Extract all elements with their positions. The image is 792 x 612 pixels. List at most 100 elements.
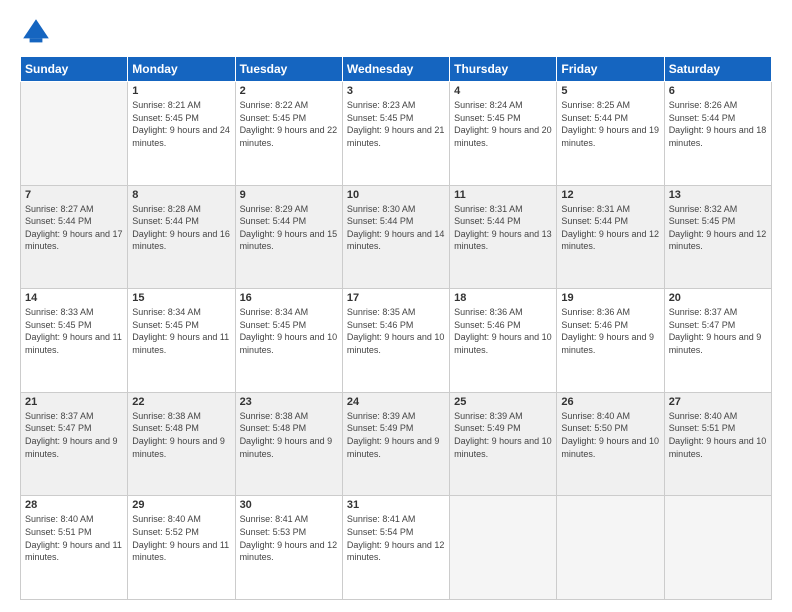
day-number: 8 [132, 189, 230, 201]
calendar-cell: 3 Sunrise: 8:23 AMSunset: 5:45 PMDaylight… [342, 82, 449, 186]
day-number: 7 [25, 189, 123, 201]
day-number: 1 [132, 85, 230, 97]
calendar-cell [557, 496, 664, 600]
calendar-week-row: 28 Sunrise: 8:40 AMSunset: 5:51 PMDayligh… [21, 496, 772, 600]
calendar-cell: 20 Sunrise: 8:37 AMSunset: 5:47 PMDayligh… [664, 289, 771, 393]
day-number: 25 [454, 396, 552, 408]
weekday-wednesday: Wednesday [342, 57, 449, 82]
day-number: 29 [132, 499, 230, 511]
calendar-cell [664, 496, 771, 600]
weekday-thursday: Thursday [450, 57, 557, 82]
day-info: Sunrise: 8:33 AMSunset: 5:45 PMDaylight:… [25, 306, 123, 356]
calendar-cell: 15 Sunrise: 8:34 AMSunset: 5:45 PMDayligh… [128, 289, 235, 393]
day-info: Sunrise: 8:40 AMSunset: 5:51 PMDaylight:… [25, 513, 123, 563]
calendar-cell: 16Sunrise: 8:34 AMSunset: 5:45 PMDayligh… [235, 289, 342, 393]
calendar-cell: 22Sunrise: 8:38 AMSunset: 5:48 PMDayligh… [128, 392, 235, 496]
day-info: Sunrise: 8:41 AMSunset: 5:53 PMDaylight:… [240, 513, 338, 563]
day-info: Sunrise: 8:26 AMSunset: 5:44 PMDaylight:… [669, 99, 767, 149]
calendar-cell: 6Sunrise: 8:26 AMSunset: 5:44 PMDaylight… [664, 82, 771, 186]
calendar-table: SundayMondayTuesdayWednesdayThursdayFrid… [20, 56, 772, 600]
day-info: Sunrise: 8:28 AMSunset: 5:44 PMDaylight:… [132, 203, 230, 253]
day-number: 27 [669, 396, 767, 408]
day-number: 9 [240, 189, 338, 201]
day-number: 12 [561, 189, 659, 201]
day-info: Sunrise: 8:37 AMSunset: 5:47 PMDaylight:… [669, 306, 767, 356]
calendar-cell: 29 Sunrise: 8:40 AMSunset: 5:52 PMDayligh… [128, 496, 235, 600]
calendar-cell: 23 Sunrise: 8:38 AMSunset: 5:48 PMDayligh… [235, 392, 342, 496]
day-info: Sunrise: 8:22 AMSunset: 5:45 PMDaylight:… [240, 99, 338, 149]
day-info: Sunrise: 8:39 AMSunset: 5:49 PMDaylight:… [347, 410, 445, 460]
day-info: Sunrise: 8:21 AMSunset: 5:45 PMDaylight:… [132, 99, 230, 149]
day-number: 24 [347, 396, 445, 408]
calendar-cell: 12 Sunrise: 8:31 AMSunset: 5:44 PMDayligh… [557, 185, 664, 289]
calendar-cell: 19 Sunrise: 8:36 AMSunset: 5:46 PMDayligh… [557, 289, 664, 393]
calendar-cell: 27 Sunrise: 8:40 AMSunset: 5:51 PMDayligh… [664, 392, 771, 496]
day-number: 31 [347, 499, 445, 511]
day-info: Sunrise: 8:29 AMSunset: 5:44 PMDaylight:… [240, 203, 338, 253]
calendar-week-row: 1 Sunrise: 8:21 AMSunset: 5:45 PMDaylight… [21, 82, 772, 186]
day-number: 26 [561, 396, 659, 408]
calendar-cell: 31 Sunrise: 8:41 AMSunset: 5:54 PMDayligh… [342, 496, 449, 600]
day-info: Sunrise: 8:39 AMSunset: 5:49 PMDaylight:… [454, 410, 552, 460]
day-number: 16 [240, 292, 338, 304]
day-number: 2 [240, 85, 338, 97]
day-info: Sunrise: 8:25 AMSunset: 5:44 PMDaylight:… [561, 99, 659, 149]
day-number: 4 [454, 85, 552, 97]
weekday-monday: Monday [128, 57, 235, 82]
calendar-cell: 30Sunrise: 8:41 AMSunset: 5:53 PMDayligh… [235, 496, 342, 600]
day-number: 15 [132, 292, 230, 304]
calendar-cell: 21Sunrise: 8:37 AMSunset: 5:47 PMDayligh… [21, 392, 128, 496]
day-info: Sunrise: 8:27 AMSunset: 5:44 PMDaylight:… [25, 203, 123, 253]
day-number: 10 [347, 189, 445, 201]
calendar-cell: 4Sunrise: 8:24 AMSunset: 5:45 PMDaylight… [450, 82, 557, 186]
calendar-cell: 9 Sunrise: 8:29 AMSunset: 5:44 PMDaylight… [235, 185, 342, 289]
day-number: 19 [561, 292, 659, 304]
calendar-cell: 24 Sunrise: 8:39 AMSunset: 5:49 PMDayligh… [342, 392, 449, 496]
day-number: 23 [240, 396, 338, 408]
weekday-sunday: Sunday [21, 57, 128, 82]
header [20, 16, 772, 48]
day-number: 21 [25, 396, 123, 408]
day-info: Sunrise: 8:41 AMSunset: 5:54 PMDaylight:… [347, 513, 445, 563]
calendar-cell: 14 Sunrise: 8:33 AMSunset: 5:45 PMDayligh… [21, 289, 128, 393]
day-number: 28 [25, 499, 123, 511]
day-info: Sunrise: 8:31 AMSunset: 5:44 PMDaylight:… [454, 203, 552, 253]
day-info: Sunrise: 8:36 AMSunset: 5:46 PMDaylight:… [454, 306, 552, 356]
day-info: Sunrise: 8:38 AMSunset: 5:48 PMDaylight:… [132, 410, 230, 460]
calendar-cell: 7 Sunrise: 8:27 AMSunset: 5:44 PMDaylight… [21, 185, 128, 289]
day-info: Sunrise: 8:40 AMSunset: 5:51 PMDaylight:… [669, 410, 767, 460]
weekday-friday: Friday [557, 57, 664, 82]
calendar-cell: 8 Sunrise: 8:28 AMSunset: 5:44 PMDaylight… [128, 185, 235, 289]
day-number: 3 [347, 85, 445, 97]
day-number: 20 [669, 292, 767, 304]
day-info: Sunrise: 8:36 AMSunset: 5:46 PMDaylight:… [561, 306, 659, 356]
weekday-header-row: SundayMondayTuesdayWednesdayThursdayFrid… [21, 57, 772, 82]
calendar-week-row: 14 Sunrise: 8:33 AMSunset: 5:45 PMDayligh… [21, 289, 772, 393]
weekday-tuesday: Tuesday [235, 57, 342, 82]
day-info: Sunrise: 8:34 AMSunset: 5:45 PMDaylight:… [132, 306, 230, 356]
logo-icon [20, 16, 52, 48]
day-info: Sunrise: 8:31 AMSunset: 5:44 PMDaylight:… [561, 203, 659, 253]
calendar-cell: 25 Sunrise: 8:39 AMSunset: 5:49 PMDayligh… [450, 392, 557, 496]
weekday-saturday: Saturday [664, 57, 771, 82]
day-number: 11 [454, 189, 552, 201]
day-info: Sunrise: 8:32 AMSunset: 5:45 PMDaylight:… [669, 203, 767, 253]
calendar-cell [450, 496, 557, 600]
calendar-cell: 5Sunrise: 8:25 AMSunset: 5:44 PMDaylight… [557, 82, 664, 186]
calendar-week-row: 7 Sunrise: 8:27 AMSunset: 5:44 PMDaylight… [21, 185, 772, 289]
day-info: Sunrise: 8:40 AMSunset: 5:50 PMDaylight:… [561, 410, 659, 460]
calendar-cell: 17Sunrise: 8:35 AMSunset: 5:46 PMDayligh… [342, 289, 449, 393]
day-number: 13 [669, 189, 767, 201]
day-number: 14 [25, 292, 123, 304]
calendar-cell: 26 Sunrise: 8:40 AMSunset: 5:50 PMDayligh… [557, 392, 664, 496]
calendar-cell: 11 Sunrise: 8:31 AMSunset: 5:44 PMDayligh… [450, 185, 557, 289]
day-info: Sunrise: 8:23 AMSunset: 5:45 PMDaylight:… [347, 99, 445, 149]
calendar-cell: 2 Sunrise: 8:22 AMSunset: 5:45 PMDaylight… [235, 82, 342, 186]
calendar-cell: 18 Sunrise: 8:36 AMSunset: 5:46 PMDayligh… [450, 289, 557, 393]
calendar-cell: 1 Sunrise: 8:21 AMSunset: 5:45 PMDaylight… [128, 82, 235, 186]
logo [20, 16, 56, 48]
day-info: Sunrise: 8:38 AMSunset: 5:48 PMDaylight:… [240, 410, 338, 460]
day-info: Sunrise: 8:40 AMSunset: 5:52 PMDaylight:… [132, 513, 230, 563]
day-number: 18 [454, 292, 552, 304]
calendar-cell: 28 Sunrise: 8:40 AMSunset: 5:51 PMDayligh… [21, 496, 128, 600]
